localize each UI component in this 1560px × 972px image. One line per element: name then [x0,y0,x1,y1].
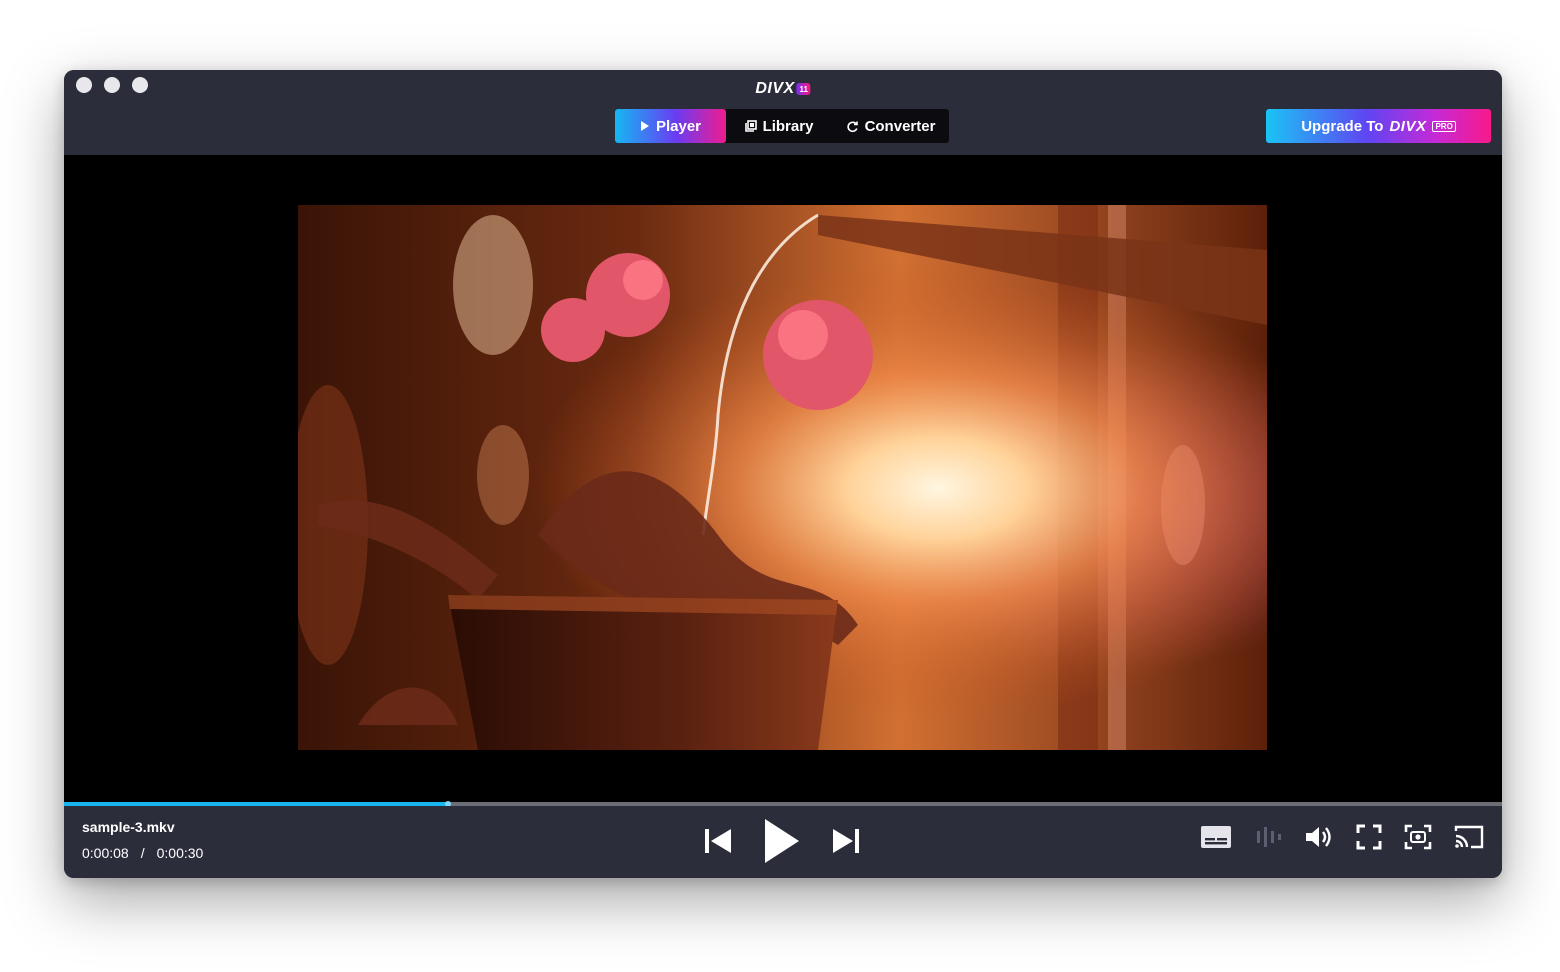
title-bar: DIVX 11 Player Library Converter Upgrade… [64,70,1502,155]
total-time: 0:00:30 [156,845,204,861]
snapshot-button[interactable] [1404,824,1432,850]
current-time: 0:00:08 [82,845,129,861]
play-small-icon [640,121,649,131]
skip-previous-icon [705,829,731,853]
time-readout: 0:00:08 / 0:00:30 [82,845,203,861]
library-icon [744,120,757,132]
tab-player[interactable]: Player [615,109,726,143]
time-separator: / [140,845,145,861]
play-button[interactable] [762,816,802,866]
upgrade-brand: DIVX [1389,117,1427,135]
fullscreen-button[interactable] [1356,824,1382,850]
window-controls [76,77,148,93]
logo-version-badge: 11 [796,83,811,95]
upgrade-label: Upgrade To [1301,117,1384,135]
playback-controls [702,816,862,866]
cast-button[interactable] [1454,824,1484,850]
subtitles-icon [1201,826,1231,848]
play-icon [765,819,799,863]
video-frame-image [298,205,1267,750]
converter-icon [846,121,858,132]
pro-badge: PRO [1432,120,1456,132]
next-button[interactable] [830,825,862,857]
skip-next-icon [833,829,859,853]
upgrade-pro-button[interactable]: Upgrade To DIVX PRO [1266,109,1491,143]
audio-track-icon [1257,827,1281,847]
logo-text: DIVX [755,80,795,97]
audio-track-button[interactable] [1254,825,1282,849]
volume-button[interactable] [1304,824,1334,850]
minimize-window-button[interactable] [104,77,120,93]
tab-player-label: Player [655,117,702,135]
previous-button[interactable] [702,825,734,857]
video-frame[interactable] [298,205,1267,750]
tab-converter[interactable]: Converter [832,109,949,143]
utility-controls [1200,824,1484,850]
main-tabs: Player Library Converter [615,109,949,143]
tab-library[interactable]: Library [726,109,832,143]
video-stage[interactable] [64,155,1502,802]
volume-icon [1306,827,1331,847]
tab-library-label: Library [762,117,814,135]
cast-icon [1454,825,1484,849]
player-window: DIVX 11 Player Library Converter Upgrade… [64,70,1502,878]
control-bar: sample-3.mkv 0:00:08 / 0:00:30 [64,806,1502,878]
zoom-window-button[interactable] [132,77,148,93]
app-logo: DIVX 11 [755,80,811,98]
close-window-button[interactable] [76,77,92,93]
subtitles-button[interactable] [1200,825,1232,849]
camera-icon [1404,824,1432,850]
fullscreen-icon [1356,824,1382,850]
file-name: sample-3.mkv [82,819,175,835]
tab-converter-label: Converter [864,117,936,135]
